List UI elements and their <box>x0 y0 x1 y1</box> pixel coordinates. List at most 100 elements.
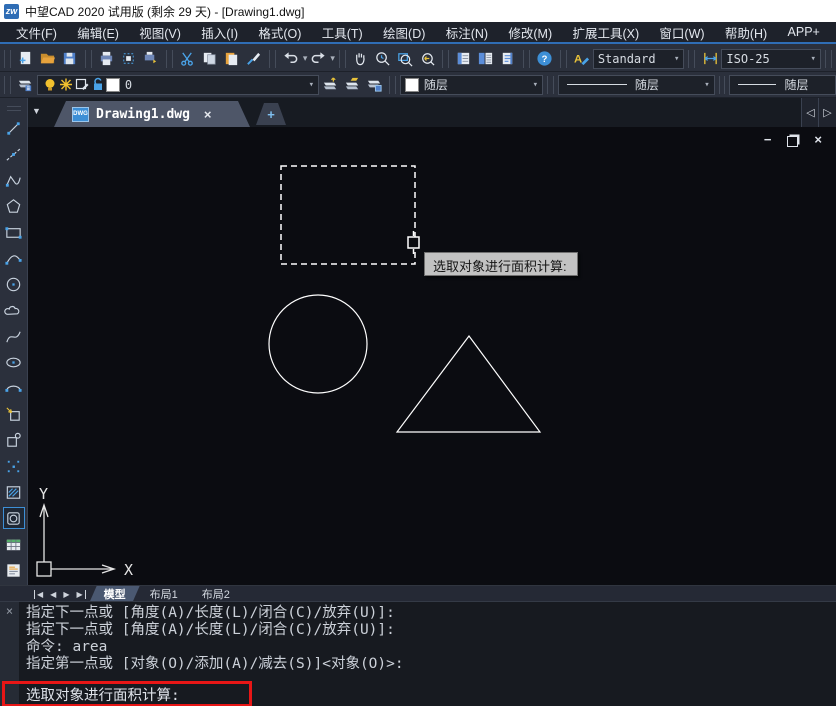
menu-window[interactable]: 窗口(W) <box>659 23 704 42</box>
tab-layout2[interactable]: 布局2 <box>188 586 244 602</box>
print-icon[interactable] <box>96 48 118 70</box>
menu-help[interactable]: 帮助(H) <box>725 23 767 42</box>
nav-next-icon[interactable]: ▶ <box>63 590 69 599</box>
circle-shape[interactable] <box>269 295 367 393</box>
zoom-window-icon[interactable] <box>394 48 416 70</box>
open-file-icon[interactable] <box>37 48 59 70</box>
toolbar-grip[interactable] <box>166 50 173 68</box>
spline-tool-icon[interactable] <box>3 325 25 347</box>
xline-tool-icon[interactable] <box>3 143 25 165</box>
toolbar-grip[interactable] <box>7 106 21 111</box>
properties-palette-icon[interactable] <box>453 48 475 70</box>
save-icon[interactable] <box>59 48 81 70</box>
toolbar-grip[interactable] <box>339 50 346 68</box>
tab-scroll-left-icon[interactable]: ◁ <box>801 98 819 127</box>
zoom-realtime-icon[interactable] <box>372 48 394 70</box>
layer-on-bulb-icon[interactable] <box>42 77 58 93</box>
menu-edit[interactable]: 编辑(E) <box>77 23 119 42</box>
arc-tool-icon[interactable] <box>3 247 25 269</box>
layer-select[interactable]: 0 ▾ <box>37 75 319 95</box>
region-tool-icon[interactable] <box>3 507 25 529</box>
format-painter-icon[interactable] <box>243 48 265 70</box>
menu-express-tools[interactable]: 扩展工具(X) <box>572 23 639 42</box>
dashed-rectangle-shape[interactable] <box>281 166 415 264</box>
toolbar-grip[interactable] <box>85 50 92 68</box>
menu-dimension[interactable]: 标注(N) <box>446 23 488 42</box>
tab-scroll-right-icon[interactable]: ▷ <box>818 98 836 127</box>
triangle-shape[interactable] <box>397 336 540 432</box>
menu-file[interactable]: 文件(F) <box>16 23 57 42</box>
hatch-tool-icon[interactable] <box>3 481 25 503</box>
toolbar-grip[interactable] <box>825 50 832 68</box>
print-preview-icon[interactable] <box>118 48 140 70</box>
layer-previous-icon[interactable] <box>319 74 341 96</box>
layer-states-icon[interactable] <box>341 74 363 96</box>
layer-plot-icon[interactable] <box>74 77 90 93</box>
help-icon[interactable]: ? <box>534 48 556 70</box>
pan-icon[interactable] <box>350 48 372 70</box>
circle-tool-icon[interactable] <box>3 273 25 295</box>
toolbar-grip[interactable] <box>389 76 396 94</box>
dim-style-select[interactable]: ISO-25 ▾ <box>721 49 821 69</box>
make-block-tool-icon[interactable] <box>3 429 25 451</box>
drawing-canvas[interactable]: Y X − × 选取对象进行面积计算: <box>28 127 836 585</box>
redo-dropdown-icon[interactable]: ▾ <box>330 53 335 64</box>
command-window[interactable]: × 指定下一点或 [角度(A)/长度(L)/闭合(C)/放弃(U)]: 指定下一… <box>0 601 836 706</box>
redo-icon[interactable] <box>307 48 329 70</box>
command-prompt[interactable]: 选取对象进行面积计算: <box>5 684 180 705</box>
polygon-tool-icon[interactable] <box>3 195 25 217</box>
cut-icon[interactable] <box>177 48 199 70</box>
window-close-icon[interactable]: × <box>814 133 822 147</box>
text-style-select[interactable]: Standard ▾ <box>593 49 685 69</box>
tab-layout1[interactable]: 布局1 <box>136 586 192 602</box>
toolbar-grip[interactable] <box>523 50 530 68</box>
tab-model[interactable]: 模型 <box>90 586 140 602</box>
toolbar-grip[interactable] <box>719 76 726 94</box>
zoom-previous-icon[interactable] <box>416 48 438 70</box>
polyline-tool-icon[interactable] <box>3 169 25 191</box>
table-tool-icon[interactable] <box>3 533 25 555</box>
layer-unlock-icon[interactable] <box>90 77 106 93</box>
paste-icon[interactable] <box>221 48 243 70</box>
revcloud-tool-icon[interactable] <box>3 299 25 321</box>
copy-icon[interactable] <box>199 48 221 70</box>
color-control-select[interactable]: 随层 ▾ <box>400 75 543 95</box>
window-restore-icon[interactable] <box>787 136 798 147</box>
toolbar-grip[interactable] <box>688 50 695 68</box>
toolbar-grip[interactable] <box>4 50 11 68</box>
menu-modify[interactable]: 修改(M) <box>508 23 552 42</box>
quickcalc-icon[interactable] <box>497 48 519 70</box>
insert-block-tool-icon[interactable] <box>3 403 25 425</box>
toolbar-grip[interactable] <box>560 50 567 68</box>
menu-insert[interactable]: 插入(I) <box>201 23 238 42</box>
menu-app-plus[interactable]: APP+ <box>788 25 820 39</box>
toolbar-grip[interactable] <box>269 50 276 68</box>
nav-first-icon[interactable]: ◀ <box>34 590 43 599</box>
layer-freeze-sun-icon[interactable] <box>58 77 74 93</box>
menu-view[interactable]: 视图(V) <box>139 23 181 42</box>
layer-isolate-icon[interactable] <box>363 74 385 96</box>
tab-drawing1[interactable]: DWG Drawing1.dwg × <box>54 101 250 127</box>
toolbar-grip[interactable] <box>4 76 11 94</box>
linetype-control-select[interactable]: 随层 ▾ <box>558 75 715 95</box>
toolbar-grip[interactable] <box>547 76 554 94</box>
plot-icon[interactable] <box>140 48 162 70</box>
ellipse-tool-icon[interactable] <box>3 351 25 373</box>
menu-tools[interactable]: 工具(T) <box>322 23 363 42</box>
doc-tab-close-icon[interactable]: × <box>204 107 212 122</box>
window-minimize-icon[interactable]: − <box>764 133 772 147</box>
quick-properties-icon[interactable] <box>475 48 497 70</box>
toolbar-grip[interactable] <box>442 50 449 68</box>
rectangle-tool-icon[interactable] <box>3 221 25 243</box>
point-tool-icon[interactable] <box>3 455 25 477</box>
nav-prev-icon[interactable]: ◀ <box>50 590 56 599</box>
mtext-tool-icon[interactable] <box>3 559 25 581</box>
nav-last-icon[interactable]: ▶ <box>76 590 85 599</box>
layer-properties-manager-icon[interactable] <box>15 74 37 96</box>
new-file-icon[interactable] <box>15 48 37 70</box>
ellipse-arc-tool-icon[interactable] <box>3 377 25 399</box>
menu-draw[interactable]: 绘图(D) <box>383 23 425 42</box>
new-tab-button[interactable]: + <box>256 103 286 125</box>
tab-list-icon[interactable]: ▼ <box>32 106 41 116</box>
command-close-icon[interactable]: × <box>6 604 13 618</box>
